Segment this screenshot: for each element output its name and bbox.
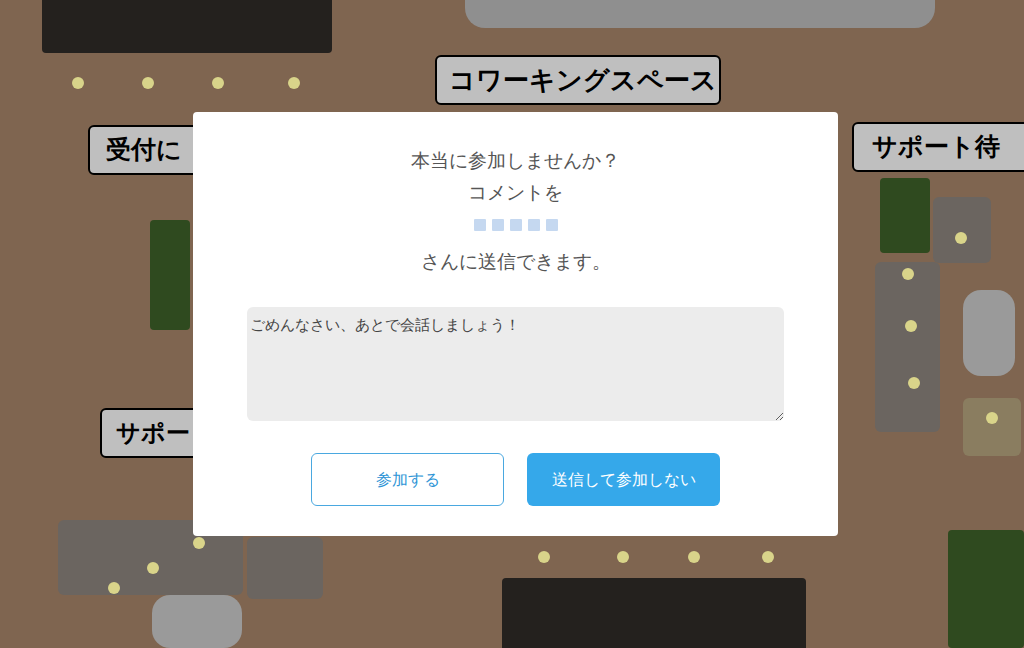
seat-dot[interactable] <box>955 232 967 244</box>
seat-dot[interactable] <box>147 562 159 574</box>
area-label: コワーキングスペース <box>435 55 721 105</box>
sofa-top <box>465 0 935 28</box>
blur-block <box>474 219 486 231</box>
area-label-text: サポート待 <box>872 128 1000 166</box>
seat-dot[interactable] <box>538 551 550 563</box>
seat-dot[interactable] <box>142 77 154 89</box>
blur-block <box>492 219 504 231</box>
sofa <box>875 262 940 432</box>
plant <box>150 220 190 330</box>
blur-block <box>528 219 540 231</box>
join-button[interactable]: 参加する <box>311 453 504 506</box>
seat-dot[interactable] <box>986 412 998 424</box>
seat-dot[interactable] <box>908 377 920 389</box>
office-map: コワーキングスペース受付にサポート待サポー本当に参加しませんか？コメントをさんに… <box>0 0 1024 648</box>
seat-dot[interactable] <box>72 77 84 89</box>
blur-block <box>546 219 558 231</box>
seat-dot[interactable] <box>617 551 629 563</box>
armchair <box>963 398 1021 456</box>
armchair <box>933 197 991 263</box>
dialog-message: コメントを <box>468 177 563 209</box>
recipient-name-redacted <box>474 209 558 241</box>
plant <box>948 530 1024 648</box>
modal-overlay: 本当に参加しませんか？コメントをさんに送信できます。ごめんなさい、あとで会話しま… <box>0 0 1024 648</box>
area-label-text: サポー <box>116 415 190 451</box>
side-table <box>152 595 242 648</box>
dialog-message: 本当に参加しませんか？ <box>411 145 620 177</box>
armchair <box>247 537 323 599</box>
dialog-buttons: 参加する送信して参加しない <box>311 453 720 506</box>
seat-dot[interactable] <box>288 77 300 89</box>
dialog-message: さんに送信できます。 <box>421 246 611 278</box>
send-and-decline-button[interactable]: 送信して参加しない <box>527 453 720 506</box>
area-label: サポート待 <box>852 122 1024 172</box>
confirm-dialog: 本当に参加しませんか？コメントをさんに送信できます。ごめんなさい、あとで会話しま… <box>193 112 838 536</box>
seat-dot[interactable] <box>762 551 774 563</box>
blur-block <box>510 219 522 231</box>
seat-dot[interactable] <box>688 551 700 563</box>
side-table <box>963 290 1015 376</box>
seat-dot[interactable] <box>212 77 224 89</box>
plant <box>880 178 930 253</box>
comment-field[interactable]: ごめんなさい、あとで会話しましょう！ <box>247 307 784 421</box>
seat-dot[interactable] <box>902 268 914 280</box>
table <box>42 0 332 53</box>
seat-dot[interactable] <box>193 537 205 549</box>
area-label-text: 受付に <box>106 131 182 169</box>
seat-dot[interactable] <box>108 582 120 594</box>
area-label-text: コワーキングスペース <box>449 61 717 100</box>
seat-dot[interactable] <box>905 320 917 332</box>
table <box>502 578 806 648</box>
